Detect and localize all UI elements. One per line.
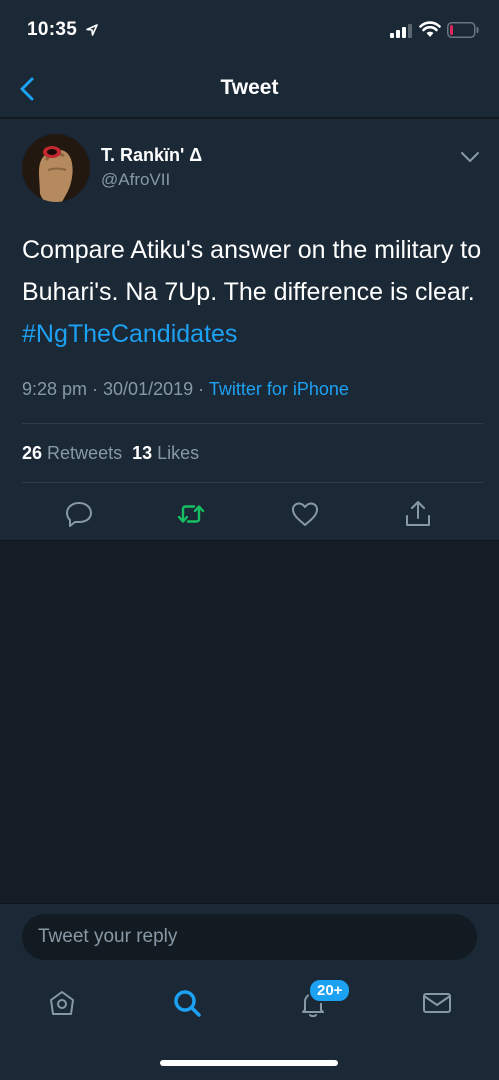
tweet-text: Compare Atiku's answer on the military t… [22, 229, 484, 355]
retweets-count[interactable]: 26 [22, 443, 42, 463]
reply-icon[interactable] [64, 499, 94, 529]
retweet-icon[interactable] [176, 499, 206, 529]
likes-label[interactable]: Likes [157, 443, 199, 463]
divider [22, 482, 483, 483]
search-icon[interactable] [171, 987, 203, 1019]
wifi-icon [419, 21, 441, 37]
display-name[interactable]: T. Rankïn' Δ [101, 145, 202, 166]
divider [22, 423, 483, 424]
page-title: Tweet [220, 76, 279, 99]
bottom-bar: Tweet your reply 20+ [0, 903, 499, 1080]
share-icon[interactable] [403, 499, 433, 529]
notifications-badge: 20+ [308, 978, 352, 1003]
tweet-metadata: 9:28 pm · 30/01/2019 · Twitter for iPhon… [22, 379, 349, 400]
home-indicator[interactable] [160, 1060, 338, 1066]
tweet-timestamp: 9:28 pm · 30/01/2019 · [22, 379, 205, 399]
heart-icon[interactable] [290, 499, 320, 529]
tweet-body: Compare Atiku's answer on the military t… [22, 236, 482, 306]
home-icon[interactable] [46, 987, 78, 1019]
avatar[interactable] [22, 134, 90, 202]
status-bar: 10:35 [0, 0, 499, 60]
likes-count[interactable]: 13 [132, 443, 152, 463]
cellular-signal-icon [390, 24, 412, 38]
location-arrow-icon [86, 24, 98, 36]
battery-low-icon [447, 22, 479, 38]
messages-envelope-icon[interactable] [421, 987, 453, 1019]
navigation-bar: Tweet [0, 60, 499, 118]
user-handle[interactable]: @AfroVII [101, 170, 170, 190]
reply-input[interactable]: Tweet your reply [22, 914, 477, 960]
tweet-detail: T. Rankïn' Δ @AfroVII Compare Atiku's an… [0, 119, 499, 541]
chevron-down-icon[interactable] [460, 151, 480, 163]
status-time: 10:35 [27, 19, 78, 40]
tweet-source-link[interactable]: Twitter for iPhone [209, 379, 349, 399]
hashtag-link[interactable]: #NgTheCandidates [22, 320, 237, 348]
empty-replies-area [0, 541, 499, 903]
engagement-stats: 26 Retweets 13 Likes [22, 443, 199, 464]
retweets-label[interactable]: Retweets [47, 443, 122, 463]
